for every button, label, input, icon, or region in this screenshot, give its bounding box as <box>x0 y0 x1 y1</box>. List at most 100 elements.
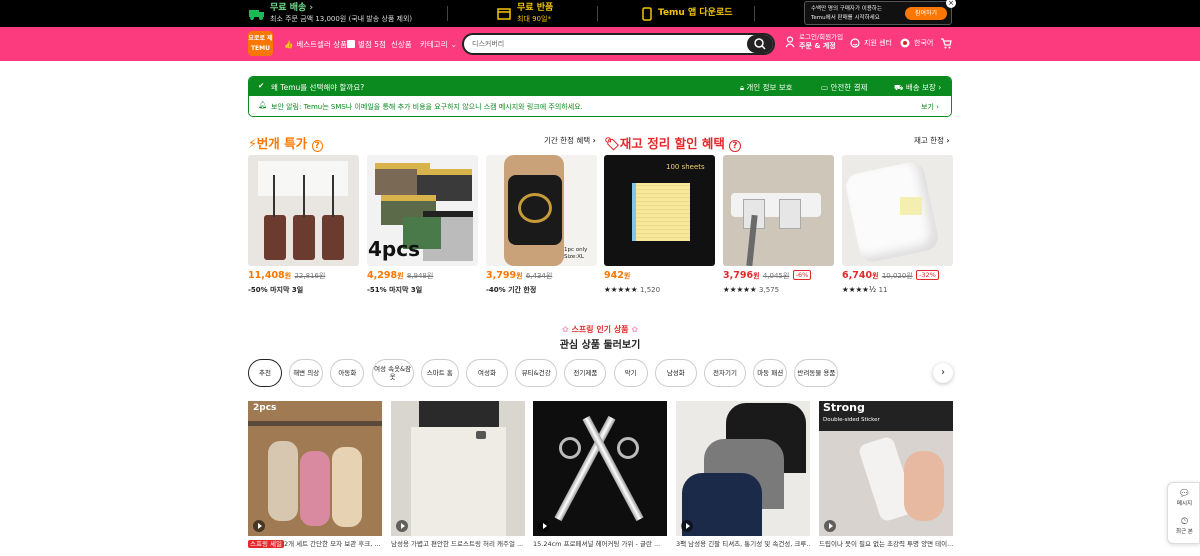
image-overlay-text: 100 sheets <box>666 163 705 171</box>
join-button[interactable]: 참여하기 <box>905 7 947 20</box>
product-card[interactable] <box>842 155 953 266</box>
product-price: 6,740원 10,020원 -32% <box>842 270 939 281</box>
free-returns-banner[interactable]: 무료 반품 최대 90일* <box>497 0 553 27</box>
category-tab[interactable]: 스마트 홈 <box>420 359 459 387</box>
divider <box>447 6 448 21</box>
product-image[interactable] <box>248 155 359 266</box>
play-icon[interactable] <box>681 520 693 532</box>
nav-five-star[interactable]: 별점 5점 <box>347 36 386 52</box>
stock-limited-link[interactable]: 재고 한정 › <box>914 135 949 146</box>
app-download-title: Temu 앱 다운로드 <box>658 8 733 18</box>
category-tab[interactable]: 악기 <box>613 359 648 387</box>
returns-subtitle: 최대 90일* <box>517 15 551 23</box>
category-tab[interactable]: 추천 <box>248 359 282 387</box>
info-icon[interactable]: ? <box>311 140 323 152</box>
price-value: 11,408 <box>248 270 285 281</box>
product-title[interactable]: 3팩 남성용 긴팔 티셔츠, 통기성 및 속건성, 크루... <box>676 538 810 548</box>
truck-icon <box>249 9 264 20</box>
category-tab[interactable]: 해변 의상 <box>289 359 324 387</box>
price-unit: 원 <box>872 272 879 280</box>
category-tab[interactable]: 남성화 <box>654 359 697 387</box>
price-unit: 원 <box>516 272 523 280</box>
play-icon[interactable] <box>824 520 836 532</box>
product-card[interactable]: 1pc only Size:XL <box>486 155 597 266</box>
nav-categories[interactable]: 카테고리 ⌄ <box>420 36 457 52</box>
security-alert-row[interactable]: 🔔︎ 보안 알림: Temu는 SMS나 이메일을 통해 추가 비용을 요구하지… <box>249 96 951 116</box>
cart-icon[interactable] <box>940 37 952 49</box>
discount-badge: -32% <box>916 270 939 280</box>
history-icon: 🕒︎ <box>1180 517 1189 527</box>
product-title[interactable]: 드립이나 못이 필요 없는 초강력 투명 양면 테이... <box>819 538 953 548</box>
language-selector[interactable]: 한국어 <box>900 38 933 48</box>
price-value: 3,796 <box>723 270 754 281</box>
product-card[interactable] <box>533 401 667 536</box>
lightning-deals-title[interactable]: ⚡︎번개 특가 ? <box>248 133 323 152</box>
product-title[interactable]: 스프링 세일 2개 세트 간단한 모자 보관 후크, ... <box>248 538 382 548</box>
category-tab[interactable]: 여성화 <box>466 359 508 387</box>
original-price: 6,434원 <box>525 272 553 280</box>
price-unit: 원 <box>623 272 631 280</box>
product-card[interactable]: Strong Double-sided Sticker <box>819 401 953 536</box>
privacy-item[interactable]: 🔒︎ 개인 정보 보호 <box>740 82 793 93</box>
search-button[interactable] <box>747 35 773 53</box>
star-rating: ★★★★★ <box>723 285 757 294</box>
nav-label: 신상품 <box>391 39 412 49</box>
shipping-title: 무료 배송 <box>270 3 307 13</box>
product-card[interactable] <box>248 155 359 266</box>
product-card[interactable] <box>723 155 834 266</box>
category-tab[interactable]: 뷰티&건강 <box>515 359 558 387</box>
temu-logo[interactable]: 요로로 제 TEMU <box>248 31 273 56</box>
category-tab[interactable]: 전기제품 <box>564 359 607 387</box>
product-card[interactable] <box>391 401 525 536</box>
payment-item[interactable]: ▭ 안전한 결제 <box>821 82 867 93</box>
divider <box>597 6 598 21</box>
limited-time-link[interactable]: 기간 한정 혜택 › <box>544 135 596 146</box>
view-link[interactable]: 보기 › <box>921 102 939 112</box>
category-tab[interactable]: 전자기기 <box>704 359 746 387</box>
product-card[interactable]: 4pcs <box>367 155 478 266</box>
close-icon[interactable]: × <box>946 0 956 8</box>
account-menu[interactable]: 로그인/회원가입 주문 & 계정 <box>785 33 843 51</box>
returns-title: 무료 반품 <box>517 3 554 13</box>
product-image[interactable]: 100 sheets <box>604 155 715 266</box>
chat-icon: 💬︎ <box>1178 489 1191 499</box>
category-tab[interactable]: 아동화 <box>330 359 365 387</box>
play-icon[interactable] <box>396 520 408 532</box>
search-input[interactable]: 디스커버리 <box>472 39 504 49</box>
product-image[interactable]: 1pc only Size:XL <box>486 155 597 266</box>
play-icon[interactable] <box>538 520 550 532</box>
deal-subtitle: -50% 마지막 3일 <box>248 286 304 294</box>
product-image[interactable] <box>723 155 834 266</box>
category-tab[interactable]: 반려동물 용품 <box>794 359 839 387</box>
category-tab[interactable]: 마둥 패션 <box>753 359 788 387</box>
search-bar[interactable]: 디스커버리 <box>462 33 775 55</box>
nav-bestsellers[interactable]: 👍 베스트셀러 상품 <box>284 36 347 52</box>
original-price: 10,020원 <box>881 272 913 280</box>
product-price: 3,799원 6,434원 <box>486 270 552 281</box>
product-card[interactable]: 2pcs <box>248 401 382 536</box>
product-image[interactable]: 4pcs <box>367 155 478 266</box>
product-card[interactable]: 100 sheets <box>604 155 715 266</box>
messages-button[interactable]: 💬︎ 메시지 <box>1168 489 1200 507</box>
free-shipping-banner[interactable]: 무료 배송 › 최소 주문 금액 13,000원 (국내 발송 상품 제외) <box>248 0 412 27</box>
product-image[interactable] <box>842 155 953 266</box>
product-price: 942원 <box>604 270 630 281</box>
category-tab[interactable]: 여성 속옷&잠옷 <box>371 359 414 387</box>
review-count: 3,575 <box>759 286 780 294</box>
info-icon[interactable]: ? <box>729 140 741 152</box>
clearance-title[interactable]: 🏷︎재고 정리 할인 혜택 ? <box>604 133 741 152</box>
delivery-item[interactable]: ⛟ 배송 보장 › <box>894 82 941 93</box>
nav-new-arrivals[interactable]: 신상품 <box>391 36 412 52</box>
shipping-subtitle: 최소 주문 금액 13,000원 (국내 발송 상품 제외) <box>270 15 413 23</box>
seller-promo[interactable]: 수백만 명의 구매자가 이용하는 Temu에서 판매를 시작하세요 참여하기 × <box>804 0 956 25</box>
support-center[interactable]: 지원 센터 <box>850 38 892 48</box>
product-title[interactable]: 15.24cm 프로페셔널 헤어커팅 가위 - 글란 ... <box>533 538 667 548</box>
original-price: 22,816원 <box>294 272 326 280</box>
product-card[interactable] <box>676 401 810 536</box>
app-download-banner[interactable]: Temu 앱 다운로드 <box>642 0 733 27</box>
product-title[interactable]: 남성용 가볍고 편안한 드로스트링 허리 캐주얼 ... <box>391 538 525 548</box>
play-icon[interactable] <box>253 520 265 532</box>
recently-viewed-button[interactable]: 🕒︎ 최근 본 <box>1168 517 1200 535</box>
chevron-right-icon[interactable]: › <box>933 363 953 383</box>
why-temu-row[interactable]: ✔ 왜 Temu를 선택해야 할까요? 🔒︎ 개인 정보 보호 ▭ 안전한 결제… <box>249 77 951 96</box>
